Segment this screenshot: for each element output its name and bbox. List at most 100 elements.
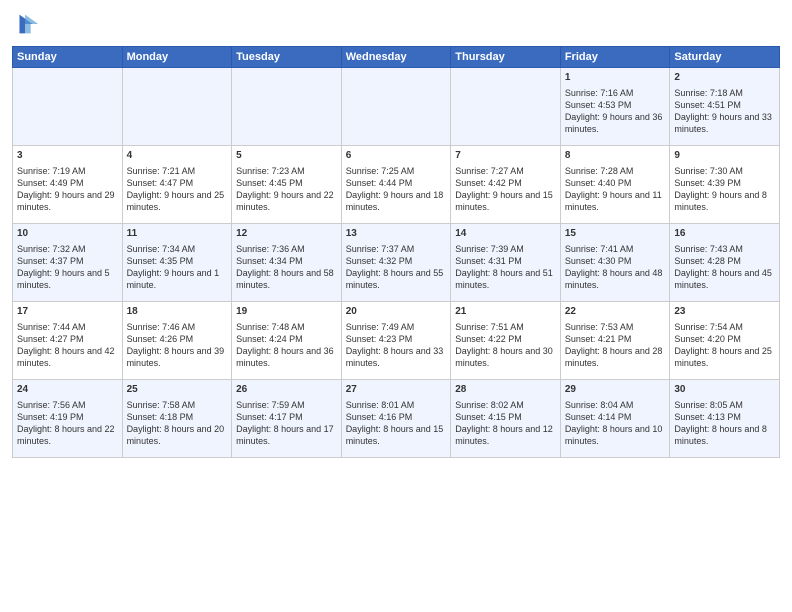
day-info: Sunset: 4:39 PM: [674, 178, 741, 188]
day-info: Sunset: 4:21 PM: [565, 334, 632, 344]
day-info: Sunrise: 7:48 AM: [236, 322, 305, 332]
day-number: 11: [127, 227, 228, 241]
day-info: Daylight: 8 hours and 10 minutes.: [565, 424, 663, 446]
calendar-cell: [232, 68, 342, 146]
day-info: Daylight: 9 hours and 5 minutes.: [17, 268, 110, 290]
day-info: Sunset: 4:45 PM: [236, 178, 303, 188]
calendar-cell: 22 Sunrise: 7:53 AM Sunset: 4:21 PM Dayligh…: [560, 302, 670, 380]
day-info: Sunrise: 7:25 AM: [346, 166, 415, 176]
calendar-cell: 10 Sunrise: 7:32 AM Sunset: 4:37 PM Dayligh…: [13, 224, 123, 302]
day-info: Sunset: 4:26 PM: [127, 334, 194, 344]
calendar-cell: 28Sunrise: 8:02 AMSunset: 4:15 PMDayligh…: [451, 380, 561, 458]
day-info: Daylight: 8 hours and 17 minutes.: [236, 424, 334, 446]
day-info: Daylight: 8 hours and 15 minutes.: [346, 424, 444, 446]
day-info: Sunrise: 7:23 AM: [236, 166, 305, 176]
day-info: Sunset: 4:53 PM: [565, 100, 632, 110]
day-number: 10: [17, 227, 118, 241]
day-info: Sunset: 4:24 PM: [236, 334, 303, 344]
day-number: 28: [455, 383, 556, 397]
calendar-cell: 25Sunrise: 7:58 AMSunset: 4:18 PMDayligh…: [122, 380, 232, 458]
day-info: Sunset: 4:51 PM: [674, 100, 741, 110]
day-info: Sunrise: 7:37 AM: [346, 244, 415, 254]
calendar-cell: 1Sunrise: 7:16 AMSunset: 4:53 PMDaylight…: [560, 68, 670, 146]
calendar-week-row: 24Sunrise: 7:56 AMSunset: 4:19 PMDayligh…: [13, 380, 780, 458]
day-info: Sunset: 4:19 PM: [17, 412, 84, 422]
day-info: Sunrise: 7:59 AM: [236, 400, 305, 410]
day-info: Sunrise: 7:46 AM: [127, 322, 196, 332]
day-info: Sunrise: 7:28 AM: [565, 166, 634, 176]
day-number: 9: [674, 149, 775, 163]
day-info: Sunset: 4:34 PM: [236, 256, 303, 266]
day-info: Daylight: 8 hours and 39 minutes.: [127, 346, 225, 368]
day-info: Sunrise: 7:43 AM: [674, 244, 743, 254]
day-info: Daylight: 9 hours and 11 minutes.: [565, 190, 662, 212]
calendar-cell: 9Sunrise: 7:30 AMSunset: 4:39 PMDaylight…: [670, 146, 780, 224]
calendar-cell: 2Sunrise: 7:18 AMSunset: 4:51 PMDaylight…: [670, 68, 780, 146]
calendar-header: SundayMondayTuesdayWednesdayThursdayFrid…: [13, 47, 780, 68]
calendar-week-row: 10 Sunrise: 7:32 AM Sunset: 4:37 PM Dayligh…: [13, 224, 780, 302]
calendar-table: SundayMondayTuesdayWednesdayThursdayFrid…: [12, 46, 780, 458]
day-info: Sunset: 4:40 PM: [565, 178, 632, 188]
day-info: Sunset: 4:18 PM: [127, 412, 194, 422]
day-info: Daylight: 8 hours and 42 minutes.: [17, 346, 115, 368]
day-number: 17: [17, 305, 118, 319]
day-info: Daylight: 9 hours and 22 minutes.: [236, 190, 334, 212]
calendar-cell: [13, 68, 123, 146]
day-of-week-header: Tuesday: [232, 47, 342, 68]
calendar-cell: 30Sunrise: 8:05 AMSunset: 4:13 PMDayligh…: [670, 380, 780, 458]
day-info: Sunset: 4:16 PM: [346, 412, 413, 422]
day-info: Daylight: 9 hours and 33 minutes.: [674, 112, 772, 134]
day-number: 19: [236, 305, 337, 319]
day-info: Sunset: 4:14 PM: [565, 412, 632, 422]
day-info: Daylight: 8 hours and 12 minutes.: [455, 424, 553, 446]
day-info: Sunset: 4:15 PM: [455, 412, 522, 422]
calendar-cell: 11Sunrise: 7:34 AMSunset: 4:35 PMDayligh…: [122, 224, 232, 302]
day-number: 16: [674, 227, 775, 241]
day-info: Sunrise: 7:51 AM: [455, 322, 524, 332]
day-info: Daylight: 9 hours and 25 minutes.: [127, 190, 225, 212]
day-info: Sunrise: 7:16 AM: [565, 88, 634, 98]
day-info: Daylight: 8 hours and 33 minutes.: [346, 346, 444, 368]
calendar-cell: 12Sunrise: 7:36 AMSunset: 4:34 PMDayligh…: [232, 224, 342, 302]
day-info: Sunset: 4:17 PM: [236, 412, 303, 422]
calendar-cell: 15Sunrise: 7:41 AMSunset: 4:30 PMDayligh…: [560, 224, 670, 302]
day-info: Sunrise: 7:41 AM: [565, 244, 634, 254]
calendar-cell: 17Sunrise: 7:44 AMSunset: 4:27 PMDayligh…: [13, 302, 123, 380]
calendar-cell: 18Sunrise: 7:46 AMSunset: 4:26 PMDayligh…: [122, 302, 232, 380]
day-info: Daylight: 8 hours and 28 minutes.: [565, 346, 663, 368]
day-number: 29: [565, 383, 666, 397]
day-info: Daylight: 8 hours and 22 minutes.: [17, 424, 115, 446]
calendar-week-row: 17Sunrise: 7:44 AMSunset: 4:27 PMDayligh…: [13, 302, 780, 380]
calendar-cell: [341, 68, 451, 146]
day-number: 4: [127, 149, 228, 163]
day-info: Sunrise: 7:21 AM: [127, 166, 196, 176]
day-info: Sunset: 4:44 PM: [346, 178, 413, 188]
calendar-cell: 4Sunrise: 7:21 AMSunset: 4:47 PMDaylight…: [122, 146, 232, 224]
day-info: Sunset: 4:32 PM: [346, 256, 413, 266]
day-info: Sunrise: 7:54 AM: [674, 322, 743, 332]
calendar-week-row: 1Sunrise: 7:16 AMSunset: 4:53 PMDaylight…: [13, 68, 780, 146]
day-info: Sunrise: 8:01 AM: [346, 400, 415, 410]
day-number: 24: [17, 383, 118, 397]
calendar-cell: 7Sunrise: 7:27 AMSunset: 4:42 PMDaylight…: [451, 146, 561, 224]
day-number: 14: [455, 227, 556, 241]
day-info: Sunrise: 7:53 AM: [565, 322, 634, 332]
day-info: Sunrise: 7:44 AM: [17, 322, 86, 332]
day-number: 3: [17, 149, 118, 163]
day-info: Sunset: 4:49 PM: [17, 178, 84, 188]
day-info: Daylight: 9 hours and 36 minutes.: [565, 112, 663, 134]
day-number: 22: [565, 305, 666, 319]
day-info: Sunrise: 7:58 AM: [127, 400, 196, 410]
day-number: 25: [127, 383, 228, 397]
day-of-week-header: Wednesday: [341, 47, 451, 68]
day-info: Sunrise: 7:27 AM: [455, 166, 524, 176]
day-info: Sunset: 4:37 PM: [17, 256, 84, 266]
day-of-week-header: Monday: [122, 47, 232, 68]
day-info: Sunrise: 7:32 AM: [17, 244, 86, 254]
day-info: Sunrise: 7:30 AM: [674, 166, 743, 176]
day-info: Daylight: 8 hours and 51 minutes.: [455, 268, 553, 290]
day-number: 21: [455, 305, 556, 319]
day-number: 8: [565, 149, 666, 163]
day-info: Sunrise: 7:36 AM: [236, 244, 305, 254]
calendar-cell: 20Sunrise: 7:49 AMSunset: 4:23 PMDayligh…: [341, 302, 451, 380]
